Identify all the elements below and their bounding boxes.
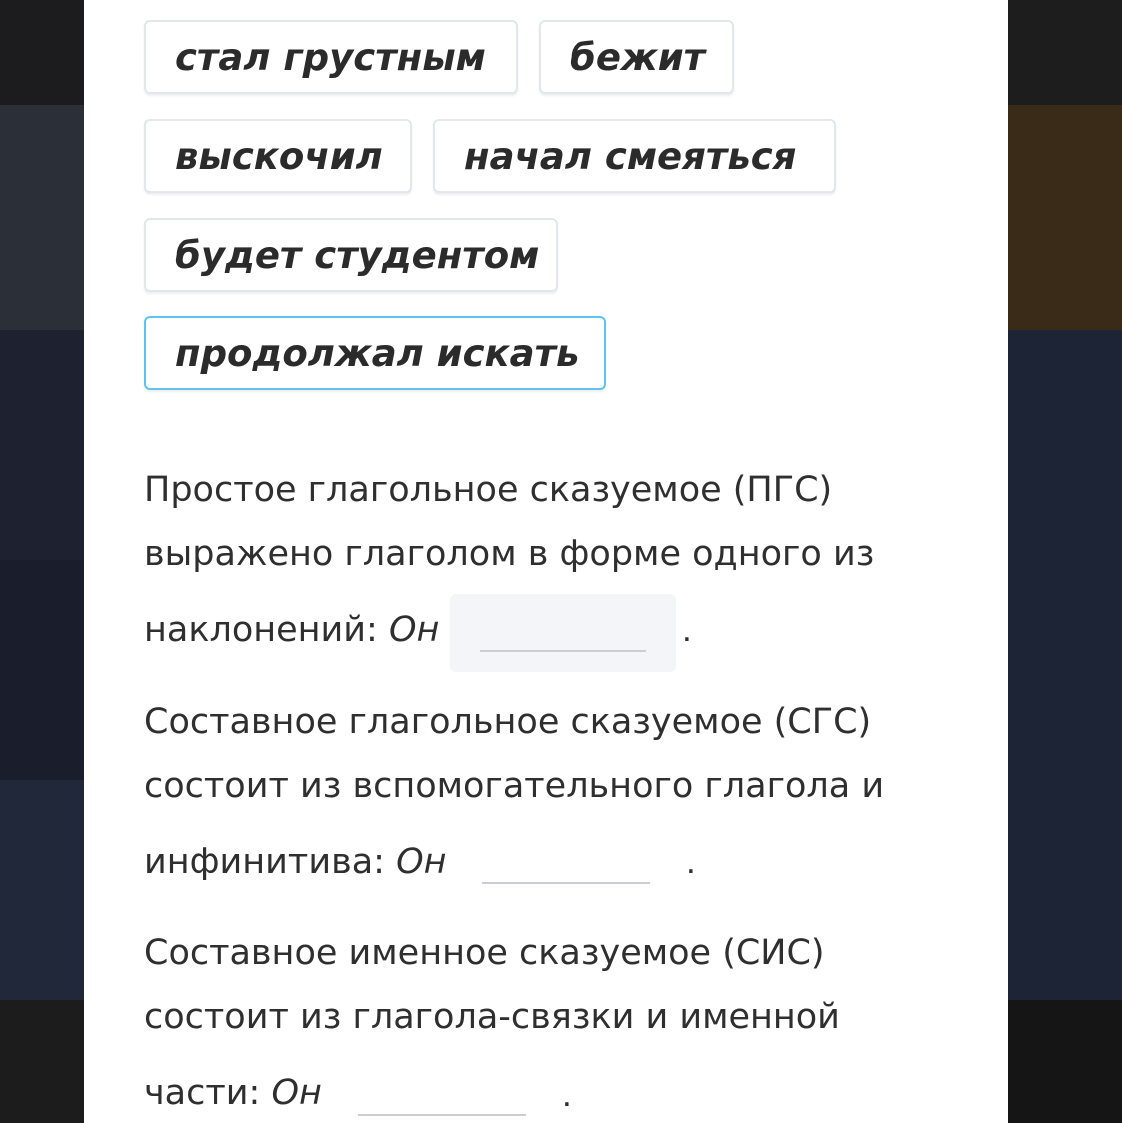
word-chip-budet-studentom[interactable]: будет студентом [144, 218, 558, 292]
statement-line-with-blank: инфинитива: Он [144, 842, 447, 882]
answer-blank-sgs[interactable] [482, 840, 650, 884]
statement-prefix: части: [144, 1073, 261, 1113]
word-chip-label: будет студентом [175, 233, 540, 277]
word-chip-label: стал грустным [175, 35, 486, 79]
word-chip-label: продолжал искать [175, 331, 580, 375]
statement-line: Простое глагольное сказуемое (ПГС) [144, 470, 833, 510]
blank-underline [358, 1114, 526, 1116]
pronoun: Он [388, 610, 440, 650]
word-chip-vyskochil[interactable]: выскочил [144, 119, 412, 193]
statement-line: состоит из вспомогательного глагола и [144, 766, 885, 806]
statement-line-with-blank: наклонений: Он [144, 610, 439, 650]
sentence-end: . [686, 842, 696, 881]
blank-underline [482, 882, 650, 884]
statement-line: Составное глагольное сказуемое (СГС) [144, 702, 872, 742]
word-chip-nachal-smeyatsya[interactable]: начал смеяться [433, 119, 836, 193]
answer-blank-pgs[interactable] [450, 594, 676, 672]
statement-line: состоит из глагола-связки и именной [144, 997, 840, 1037]
sentence-end: . [682, 610, 692, 649]
statement-line-with-blank: части: Он [144, 1073, 322, 1113]
word-chip-stal-grustnym[interactable]: стал грустным [144, 20, 518, 94]
word-chip-label: бежит [570, 35, 706, 79]
word-chip-bezhit[interactable]: бежит [539, 20, 734, 94]
blank-underline [480, 650, 646, 652]
statement-prefix: инфинитива: [144, 842, 385, 882]
pronoun: Он [396, 842, 447, 882]
statement-prefix: наклонений: [144, 610, 378, 650]
background-app-right [1008, 0, 1122, 1123]
word-chip-label: начал смеяться [464, 134, 797, 178]
statement-line: Составное именное сказуемое (СИС) [144, 933, 825, 973]
word-chip-label: выскочил [175, 134, 383, 178]
answer-blank-sis[interactable] [358, 1072, 526, 1116]
word-chip-prodolzhal-iskat[interactable]: продолжал искать [144, 316, 606, 390]
sentence-end: . [562, 1075, 572, 1114]
pronoun: Он [271, 1073, 322, 1113]
statement-line: выражено глаголом в форме одного из [144, 534, 875, 574]
